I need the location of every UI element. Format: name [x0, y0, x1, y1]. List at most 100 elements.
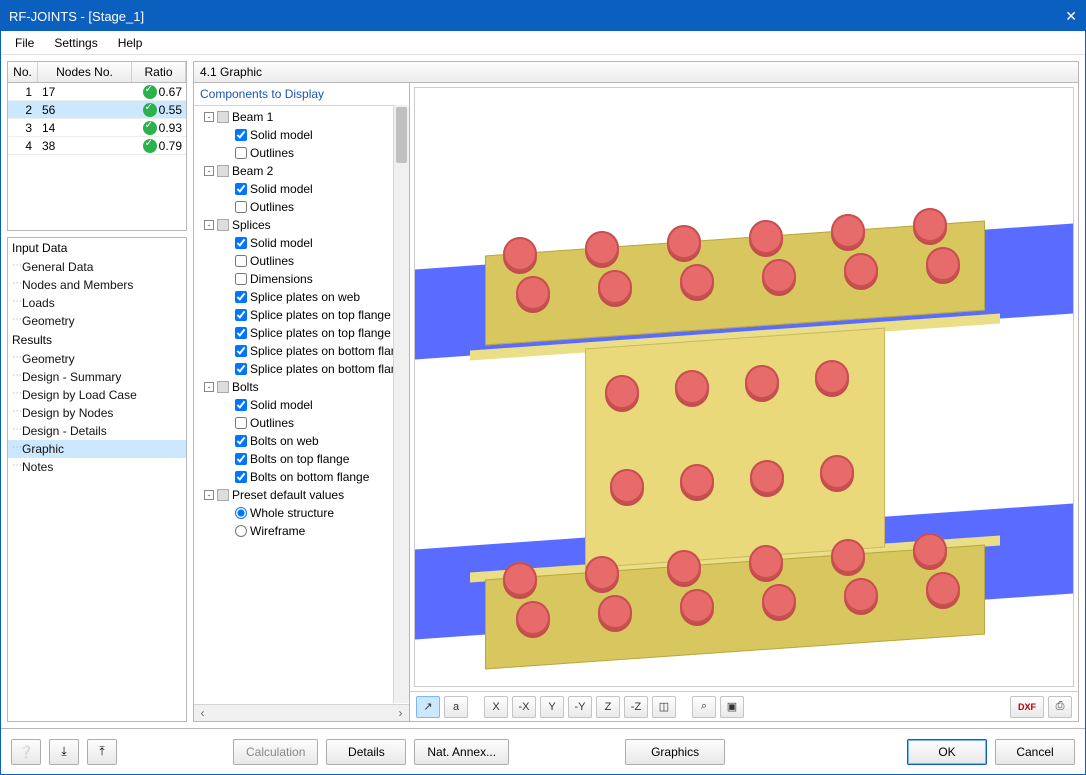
table-row[interactable]: 1170.67	[8, 83, 186, 101]
view-zneg-button[interactable]: -Z	[624, 696, 648, 718]
tree-checkbox[interactable]	[235, 291, 247, 303]
tree-checkbox[interactable]	[235, 345, 247, 357]
nav-item[interactable]: Loads	[8, 294, 186, 312]
help-button[interactable]: ❔	[11, 739, 41, 765]
expand-icon[interactable]: -	[204, 220, 214, 230]
menu-settings[interactable]: Settings	[44, 33, 107, 53]
expand-icon[interactable]: -	[204, 382, 214, 392]
tree-node[interactable]: Outlines	[194, 144, 409, 162]
status-ok-icon	[143, 121, 157, 135]
graphics-button[interactable]: Graphics	[625, 739, 725, 765]
tree-label: Wireframe	[250, 524, 305, 538]
tree-checkbox[interactable]	[235, 255, 247, 267]
nav-item[interactable]: Design - Summary	[8, 368, 186, 386]
nav-item[interactable]: Geometry	[8, 312, 186, 330]
view-text-button[interactable]: a	[444, 696, 468, 718]
table-row[interactable]: 4380.79	[8, 137, 186, 155]
tree-checkbox[interactable]	[235, 237, 247, 249]
cancel-button[interactable]: Cancel	[995, 739, 1075, 765]
tree-checkbox[interactable]	[235, 417, 247, 429]
view-yneg-button[interactable]: -Y	[568, 696, 592, 718]
tree-node[interactable]: Solid model	[194, 126, 409, 144]
bolt-icon	[749, 220, 783, 254]
expand-icon[interactable]: -	[204, 112, 214, 122]
tree-checkbox[interactable]	[235, 129, 247, 141]
tree-checkbox[interactable]	[235, 183, 247, 195]
tree-radio[interactable]	[235, 525, 247, 537]
tree-hscroll[interactable]: ‹›	[194, 704, 409, 721]
tree-checkbox[interactable]	[235, 363, 247, 375]
view-x-button[interactable]: X	[484, 696, 508, 718]
tree-scrollbar[interactable]	[393, 105, 409, 703]
nav-item[interactable]: Nodes and Members	[8, 276, 186, 294]
tree-checkbox[interactable]	[235, 453, 247, 465]
clip-button[interactable]: ▣	[720, 696, 744, 718]
tree-node[interactable]: -Bolts	[194, 378, 409, 396]
tree-node[interactable]: Bolts on bottom flange	[194, 468, 409, 486]
view-y-button[interactable]: Y	[540, 696, 564, 718]
close-icon[interactable]: ✕	[1047, 8, 1077, 25]
nav-item[interactable]: Graphic	[8, 440, 186, 458]
tree-node[interactable]: Solid model	[194, 234, 409, 252]
view-iso-button[interactable]: ◫	[652, 696, 676, 718]
tree-node[interactable]: Solid model	[194, 180, 409, 198]
tree-checkbox[interactable]	[235, 201, 247, 213]
export-button[interactable]: ⤒	[87, 739, 117, 765]
table-row[interactable]: 3140.93	[8, 119, 186, 137]
nav-item[interactable]: General Data	[8, 258, 186, 276]
nav-item[interactable]: Design - Details	[8, 422, 186, 440]
tree-node[interactable]: Splice plates on bottom flan	[194, 360, 409, 378]
export-dxf-button[interactable]: DXF	[1010, 696, 1044, 718]
tree-node[interactable]: Splice plates on web	[194, 288, 409, 306]
tree-node[interactable]: -Beam 1	[194, 108, 409, 126]
tree-node[interactable]: Whole structure	[194, 504, 409, 522]
table-row[interactable]: 2560.55	[8, 101, 186, 119]
col-ratio[interactable]: Ratio	[132, 62, 186, 82]
tree-node[interactable]: Wireframe	[194, 522, 409, 540]
menu-help[interactable]: Help	[108, 33, 153, 53]
nav-item[interactable]: Geometry	[8, 350, 186, 368]
tree-node[interactable]: Solid model	[194, 396, 409, 414]
print-button[interactable]: ⎙	[1048, 696, 1072, 718]
nav-item[interactable]: Design by Nodes	[8, 404, 186, 422]
col-no[interactable]: No.	[8, 62, 38, 82]
tree-node[interactable]: Bolts on top flange	[194, 450, 409, 468]
view-z-button[interactable]: Z	[596, 696, 620, 718]
tree-node[interactable]: Outlines	[194, 252, 409, 270]
menu-file[interactable]: File	[5, 33, 44, 53]
tree-checkbox[interactable]	[235, 309, 247, 321]
tree-radio[interactable]	[235, 507, 247, 519]
graphic-header: 4.1 Graphic	[194, 62, 1078, 83]
tree-checkbox[interactable]	[235, 273, 247, 285]
tree-node[interactable]: Outlines	[194, 414, 409, 432]
nav-item[interactable]: Design by Load Case	[8, 386, 186, 404]
3d-viewer[interactable]	[414, 87, 1074, 687]
nat-annex-button[interactable]: Nat. Annex...	[414, 739, 509, 765]
tree-node[interactable]: Dimensions	[194, 270, 409, 288]
expand-icon[interactable]: -	[204, 166, 214, 176]
tree-node[interactable]: -Splices	[194, 216, 409, 234]
tree-checkbox[interactable]	[235, 327, 247, 339]
tree-node[interactable]: Splice plates on top flange	[194, 306, 409, 324]
tree-node[interactable]: -Preset default values	[194, 486, 409, 504]
calculation-button[interactable]: Calculation	[233, 739, 318, 765]
tree-node[interactable]: Outlines	[194, 198, 409, 216]
tree-checkbox[interactable]	[235, 435, 247, 447]
tree-node[interactable]: Bolts on web	[194, 432, 409, 450]
tree-checkbox[interactable]	[235, 399, 247, 411]
tree-node[interactable]: -Beam 2	[194, 162, 409, 180]
expand-icon[interactable]: -	[204, 490, 214, 500]
tree-checkbox[interactable]	[235, 147, 247, 159]
nav-item[interactable]: Notes	[8, 458, 186, 476]
ok-button[interactable]: OK	[907, 739, 987, 765]
tree-node[interactable]: Splice plates on bottom flan	[194, 342, 409, 360]
import-button[interactable]: ⤓	[49, 739, 79, 765]
col-nodes[interactable]: Nodes No.	[38, 62, 132, 82]
view-axes-button[interactable]: ↗	[416, 696, 440, 718]
zoom-button[interactable]: ⌕	[692, 696, 716, 718]
details-button[interactable]: Details	[326, 739, 406, 765]
view-xneg-button[interactable]: -X	[512, 696, 536, 718]
tree-checkbox[interactable]	[235, 471, 247, 483]
group-icon	[217, 219, 229, 231]
tree-node[interactable]: Splice plates on top flange	[194, 324, 409, 342]
